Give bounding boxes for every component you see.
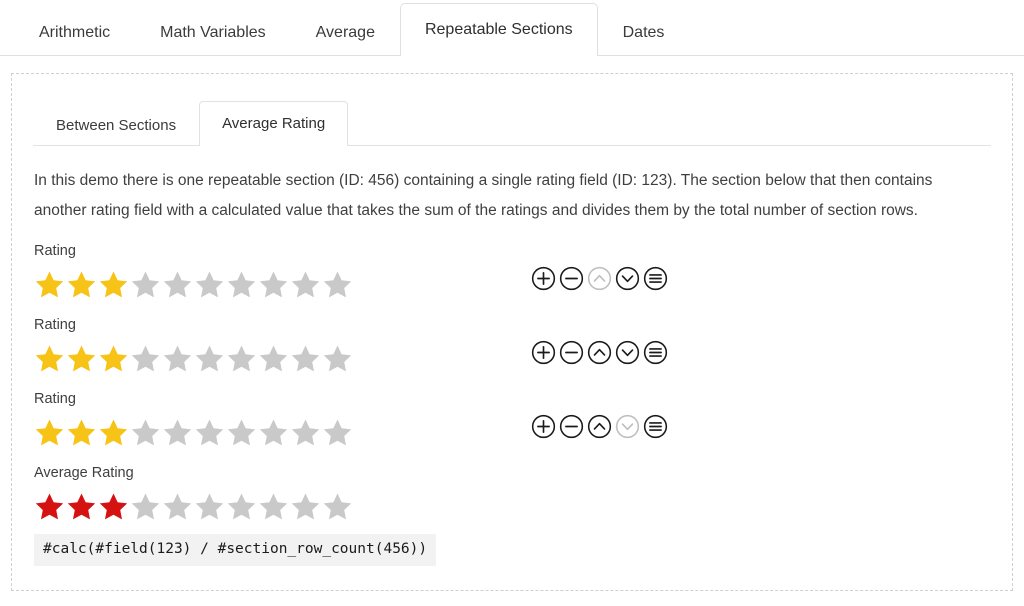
tab-math-variables[interactable]: Math Variables — [135, 11, 291, 56]
star-empty[interactable] — [226, 343, 257, 374]
chevron-down-circle-icon[interactable] — [615, 266, 640, 291]
star-filled[interactable] — [34, 343, 65, 374]
star-empty[interactable] — [322, 491, 353, 522]
star-empty[interactable] — [194, 343, 225, 374]
star-empty[interactable] — [322, 417, 353, 448]
rating-label: Rating — [34, 243, 76, 259]
tab-dates[interactable]: Dates — [598, 11, 690, 56]
star-filled[interactable] — [34, 417, 65, 448]
average-rating-label: Average Rating — [34, 465, 134, 481]
star-empty[interactable] — [290, 491, 321, 522]
star-empty[interactable] — [226, 491, 257, 522]
star-filled[interactable] — [98, 343, 129, 374]
star-empty[interactable] — [322, 343, 353, 374]
hamburger-circle-icon[interactable] — [643, 414, 668, 439]
plus-circle-icon[interactable] — [531, 340, 556, 365]
star-empty[interactable] — [258, 269, 289, 300]
repeatable-section-container: Between Sections Average Rating In this d… — [11, 73, 1013, 591]
demo-content: In this demo there is one repeatable sec… — [34, 166, 992, 566]
chevron-down-circle-icon — [615, 414, 640, 439]
table-row: Rating — [34, 244, 992, 318]
star-empty[interactable] — [258, 343, 289, 374]
star-empty[interactable] — [258, 417, 289, 448]
rating-stars[interactable] — [34, 268, 992, 302]
star-empty[interactable] — [226, 269, 257, 300]
section-row-controls — [531, 414, 668, 439]
star-empty[interactable] — [162, 343, 193, 374]
star-empty[interactable] — [194, 269, 225, 300]
demo-description: In this demo there is one repeatable sec… — [34, 172, 933, 219]
plus-circle-icon[interactable] — [531, 414, 556, 439]
rating-stars[interactable] — [34, 342, 992, 376]
hamburger-circle-icon[interactable] — [643, 266, 668, 291]
chevron-up-circle-icon — [587, 266, 612, 291]
chevron-up-circle-icon[interactable] — [587, 414, 612, 439]
star-filled[interactable] — [98, 491, 129, 522]
star-filled[interactable] — [98, 269, 129, 300]
chevron-down-circle-icon[interactable] — [615, 340, 640, 365]
rating-label: Rating — [34, 317, 76, 333]
star-filled[interactable] — [66, 343, 97, 374]
primary-tab-strip: Arithmetic Math Variables Average Repeatabl… — [0, 0, 1024, 56]
rating-label: Rating — [34, 391, 76, 407]
star-filled[interactable] — [34, 491, 65, 522]
secondary-tab-strip: Between Sections Average Rating — [33, 101, 991, 146]
table-row: Rating — [34, 318, 992, 392]
section-rows-list: Rating Rating Rating — [34, 244, 992, 466]
star-empty[interactable] — [130, 491, 161, 522]
star-empty[interactable] — [290, 343, 321, 374]
table-row: Rating — [34, 392, 992, 466]
star-empty[interactable] — [322, 269, 353, 300]
plus-circle-icon[interactable] — [531, 266, 556, 291]
star-empty[interactable] — [130, 343, 161, 374]
minus-circle-icon[interactable] — [559, 340, 584, 365]
inner-tab-between-sections[interactable]: Between Sections — [33, 105, 199, 146]
average-rating-stars[interactable] — [34, 490, 992, 524]
section-row-controls — [531, 340, 668, 365]
chevron-up-circle-icon[interactable] — [587, 340, 612, 365]
star-filled[interactable] — [66, 269, 97, 300]
star-filled[interactable] — [98, 417, 129, 448]
hamburger-circle-icon[interactable] — [643, 340, 668, 365]
star-empty[interactable] — [130, 269, 161, 300]
section-row-controls — [531, 266, 668, 291]
average-rating-field: Average Rating — [34, 466, 992, 528]
star-filled[interactable] — [66, 417, 97, 448]
tab-arithmetic[interactable]: Arithmetic — [14, 11, 135, 56]
star-filled[interactable] — [66, 491, 97, 522]
star-empty[interactable] — [130, 417, 161, 448]
tab-average[interactable]: Average — [291, 11, 400, 56]
rating-stars[interactable] — [34, 416, 992, 450]
minus-circle-icon[interactable] — [559, 414, 584, 439]
star-empty[interactable] — [226, 417, 257, 448]
calculation-code: #calc(#field(123) / #section_row_count(4… — [34, 534, 437, 566]
star-empty[interactable] — [290, 417, 321, 448]
star-empty[interactable] — [162, 491, 193, 522]
star-empty[interactable] — [194, 417, 225, 448]
inner-tab-average-rating[interactable]: Average Rating — [199, 101, 349, 146]
star-empty[interactable] — [290, 269, 321, 300]
star-empty[interactable] — [258, 491, 289, 522]
tab-repeatable-sections[interactable]: Repeatable Sections — [399, 3, 598, 56]
star-empty[interactable] — [194, 491, 225, 522]
star-filled[interactable] — [34, 269, 65, 300]
star-empty[interactable] — [162, 269, 193, 300]
star-empty[interactable] — [162, 417, 193, 448]
minus-circle-icon[interactable] — [559, 266, 584, 291]
